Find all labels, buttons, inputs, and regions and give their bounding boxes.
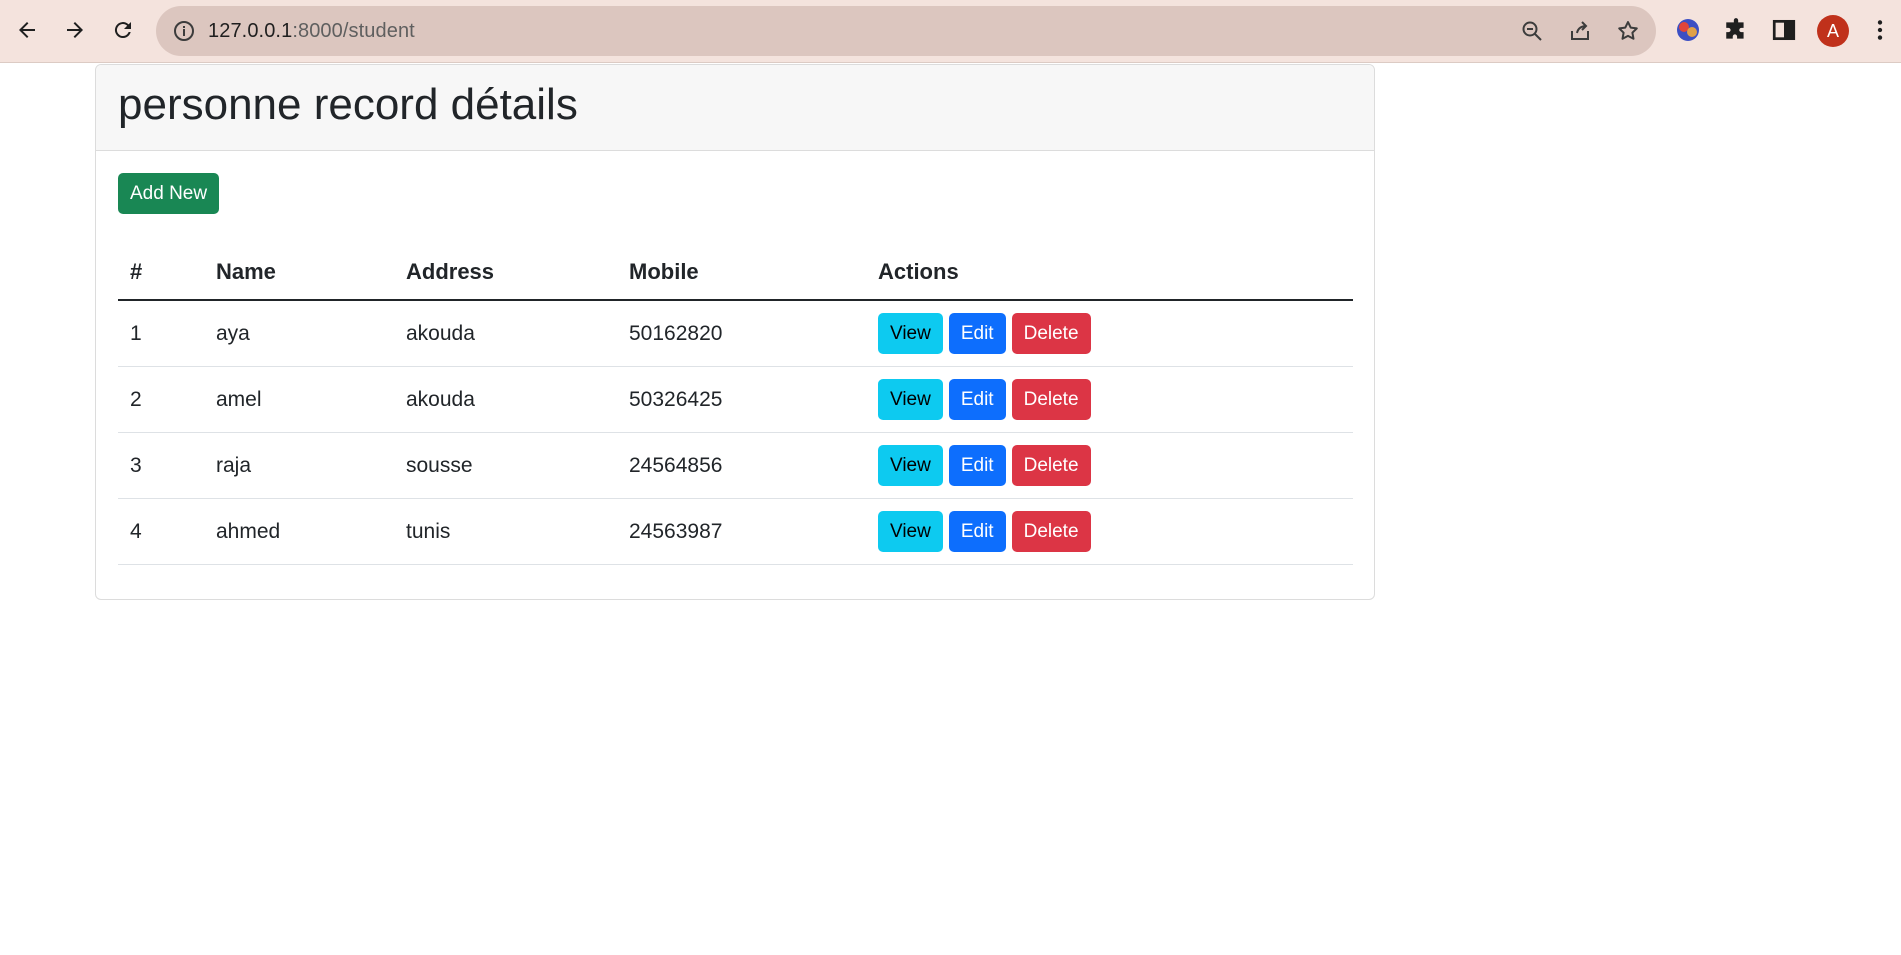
table-row: 4 ahmed tunis 24563987 View Edit Delete — [118, 498, 1353, 565]
edit-button[interactable]: Edit — [948, 313, 1006, 354]
add-new-button[interactable]: Add New — [118, 173, 220, 214]
cell-name: aya — [204, 300, 394, 367]
table-row: 2 amel akouda 50326425 View Edit Delete — [118, 366, 1353, 433]
column-header-mobile: Mobile — [617, 248, 866, 301]
column-header-address: Address — [394, 248, 617, 301]
side-panel-icon[interactable] — [1770, 16, 1798, 44]
delete-button[interactable]: Delete — [1011, 511, 1091, 552]
cell-number: 2 — [118, 366, 204, 433]
edit-button[interactable]: Edit — [948, 511, 1006, 552]
reload-icon[interactable] — [105, 12, 141, 48]
delete-button[interactable]: Delete — [1011, 379, 1091, 420]
delete-button[interactable]: Delete — [1011, 445, 1091, 486]
cell-mobile: 24563987 — [617, 498, 866, 565]
column-header-actions: Actions — [866, 248, 1353, 301]
kebab-menu-icon[interactable] — [1866, 16, 1894, 44]
view-button[interactable]: View — [878, 445, 943, 486]
cell-address: tunis — [394, 498, 617, 565]
column-header-name: Name — [204, 248, 394, 301]
cell-actions: View Edit Delete — [866, 300, 1353, 367]
view-button[interactable]: View — [878, 313, 943, 354]
extension-app-icon[interactable] — [1674, 16, 1702, 44]
browser-toolbar: 127.0.0.1:8000/student A — [0, 0, 1901, 63]
cell-mobile: 50326425 — [617, 366, 866, 433]
records-table: # Name Address Mobile Actions 1 aya akou… — [118, 248, 1353, 565]
view-button[interactable]: View — [878, 379, 943, 420]
cell-actions: View Edit Delete — [866, 498, 1353, 565]
cell-name: ahmed — [204, 498, 394, 565]
share-icon[interactable] — [1568, 19, 1592, 43]
cell-number: 3 — [118, 432, 204, 499]
edit-button[interactable]: Edit — [948, 379, 1006, 420]
edit-button[interactable]: Edit — [948, 445, 1006, 486]
cell-address: akouda — [394, 300, 617, 367]
info-icon[interactable] — [172, 19, 196, 43]
cell-name: raja — [204, 432, 394, 499]
cell-number: 4 — [118, 498, 204, 565]
record-card: personne record détails Add New # Name A… — [95, 64, 1375, 600]
table-row: 3 raja sousse 24564856 View Edit Delete — [118, 432, 1353, 499]
cell-actions: View Edit Delete — [866, 366, 1353, 433]
cell-mobile: 50162820 — [617, 300, 866, 367]
url-text: 127.0.0.1:8000/student — [208, 20, 415, 43]
table-row: 1 aya akouda 50162820 View Edit Delete — [118, 300, 1353, 367]
cell-number: 1 — [118, 300, 204, 367]
zoom-out-icon[interactable] — [1520, 19, 1544, 43]
star-icon[interactable] — [1616, 19, 1640, 43]
table-header-row: # Name Address Mobile Actions — [118, 248, 1353, 301]
forward-arrow-icon[interactable] — [57, 12, 93, 48]
puzzle-icon[interactable] — [1722, 16, 1750, 44]
cell-actions: View Edit Delete — [866, 432, 1353, 499]
card-body: Add New # Name Address Mobile Actions 1 … — [96, 151, 1374, 587]
delete-button[interactable]: Delete — [1011, 313, 1091, 354]
back-arrow-icon[interactable] — [9, 12, 45, 48]
avatar[interactable]: A — [1817, 15, 1849, 47]
cell-address: akouda — [394, 366, 617, 433]
url-path: :8000/student — [292, 20, 415, 42]
url-host: 127.0.0.1 — [208, 20, 293, 42]
page-title: personne record détails — [118, 80, 578, 129]
card-header: personne record détails — [96, 65, 1374, 151]
address-bar[interactable]: 127.0.0.1:8000/student — [156, 6, 1656, 56]
cell-address: sousse — [394, 432, 617, 499]
cell-mobile: 24564856 — [617, 432, 866, 499]
column-header-number: # — [118, 248, 204, 301]
view-button[interactable]: View — [878, 511, 943, 552]
cell-name: amel — [204, 366, 394, 433]
